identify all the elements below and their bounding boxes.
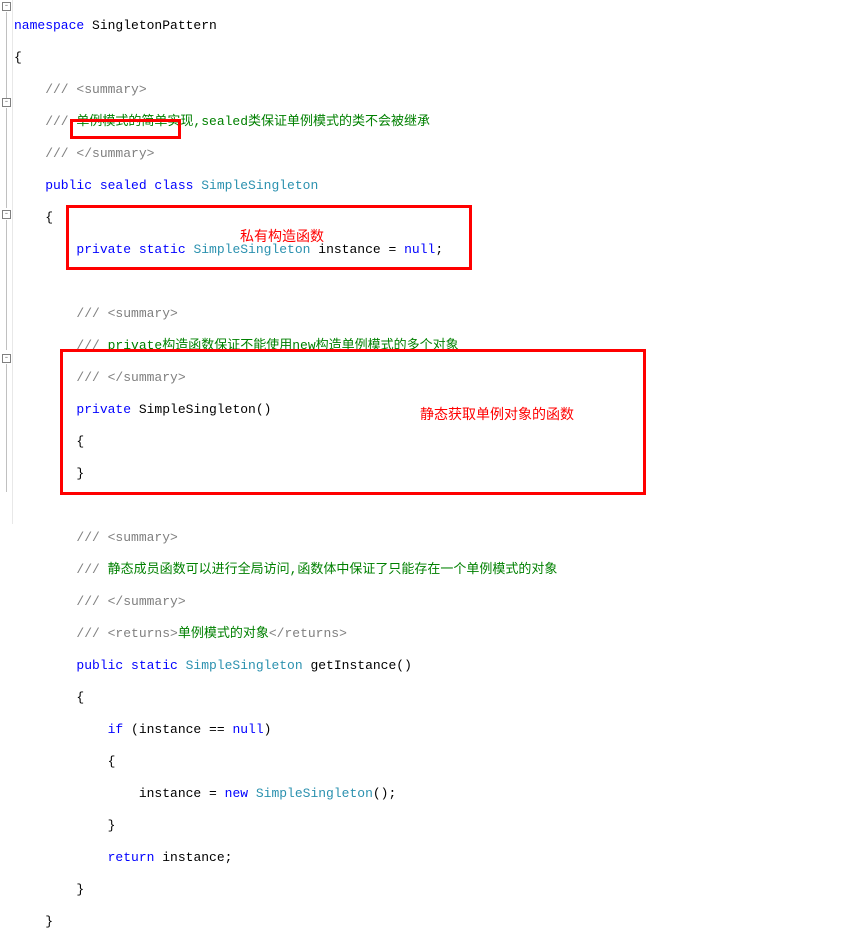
- highlight-getinstance: [60, 349, 646, 495]
- ns-name: SingletonPattern: [84, 18, 217, 33]
- method-sig: getInstance(): [303, 658, 412, 673]
- annotation-ctor: 私有构造函数: [240, 228, 324, 244]
- doc-tag: </summary>: [108, 594, 186, 609]
- fold-gutter: - - - -: [0, 0, 13, 524]
- brace: {: [14, 754, 557, 770]
- doc-text: 静态成员函数可以进行全局访问,函数体中保证了只能存在一个单例模式的对象: [100, 562, 558, 577]
- doc-slash: ///: [14, 306, 108, 321]
- doc-slash: ///: [14, 146, 76, 161]
- doc-tag: <summary>: [108, 306, 178, 321]
- fold-line: [6, 220, 7, 350]
- doc-slash: ///: [14, 594, 108, 609]
- doc-text: 单例模式的对象: [178, 626, 269, 641]
- code-text: instance;: [154, 850, 232, 865]
- doc-tag: <summary>: [108, 530, 178, 545]
- doc-slash: ///: [14, 82, 76, 97]
- brace: }: [14, 914, 557, 930]
- code-text: instance =: [14, 786, 225, 801]
- fold-toggle[interactable]: -: [2, 354, 11, 363]
- keyword-public: public: [14, 178, 92, 193]
- keyword-static: static: [123, 658, 178, 673]
- type-name: SimpleSingleton: [178, 658, 303, 673]
- brace: }: [14, 818, 557, 834]
- annotation-getinstance: 静态获取单例对象的函数: [420, 406, 574, 422]
- brace: {: [14, 50, 557, 66]
- brace: }: [14, 882, 557, 898]
- fold-toggle[interactable]: -: [2, 98, 11, 107]
- paren: ): [264, 722, 272, 737]
- type-name: SimpleSingleton: [248, 786, 373, 801]
- doc-tag: <summary>: [76, 82, 146, 97]
- highlight-private-static: [70, 119, 181, 139]
- keyword-sealed: sealed: [92, 178, 147, 193]
- keyword-class: class: [147, 178, 194, 193]
- keyword-public: public: [14, 658, 123, 673]
- keyword-namespace: namespace: [14, 18, 84, 33]
- keyword-if: if: [14, 722, 123, 737]
- keyword-new: new: [225, 786, 248, 801]
- fold-line: [6, 12, 7, 98]
- doc-tag: </returns>: [269, 626, 347, 641]
- keyword-return: return: [14, 850, 154, 865]
- doc-slash: ///: [14, 530, 108, 545]
- fold-toggle[interactable]: -: [2, 210, 11, 219]
- fold-toggle[interactable]: -: [2, 2, 11, 11]
- brace: {: [14, 690, 557, 706]
- doc-tag: <returns>: [108, 626, 178, 641]
- doc-slash: ///: [14, 626, 108, 641]
- code-text: ();: [373, 786, 396, 801]
- keyword-null: null: [232, 722, 263, 737]
- doc-slash: ///: [14, 114, 69, 129]
- type-name: SimpleSingleton: [193, 178, 318, 193]
- doc-tag: </summary>: [76, 146, 154, 161]
- fold-line: [6, 364, 7, 492]
- code-text: (instance ==: [123, 722, 232, 737]
- doc-slash: ///: [14, 562, 100, 577]
- fold-line: [6, 108, 7, 208]
